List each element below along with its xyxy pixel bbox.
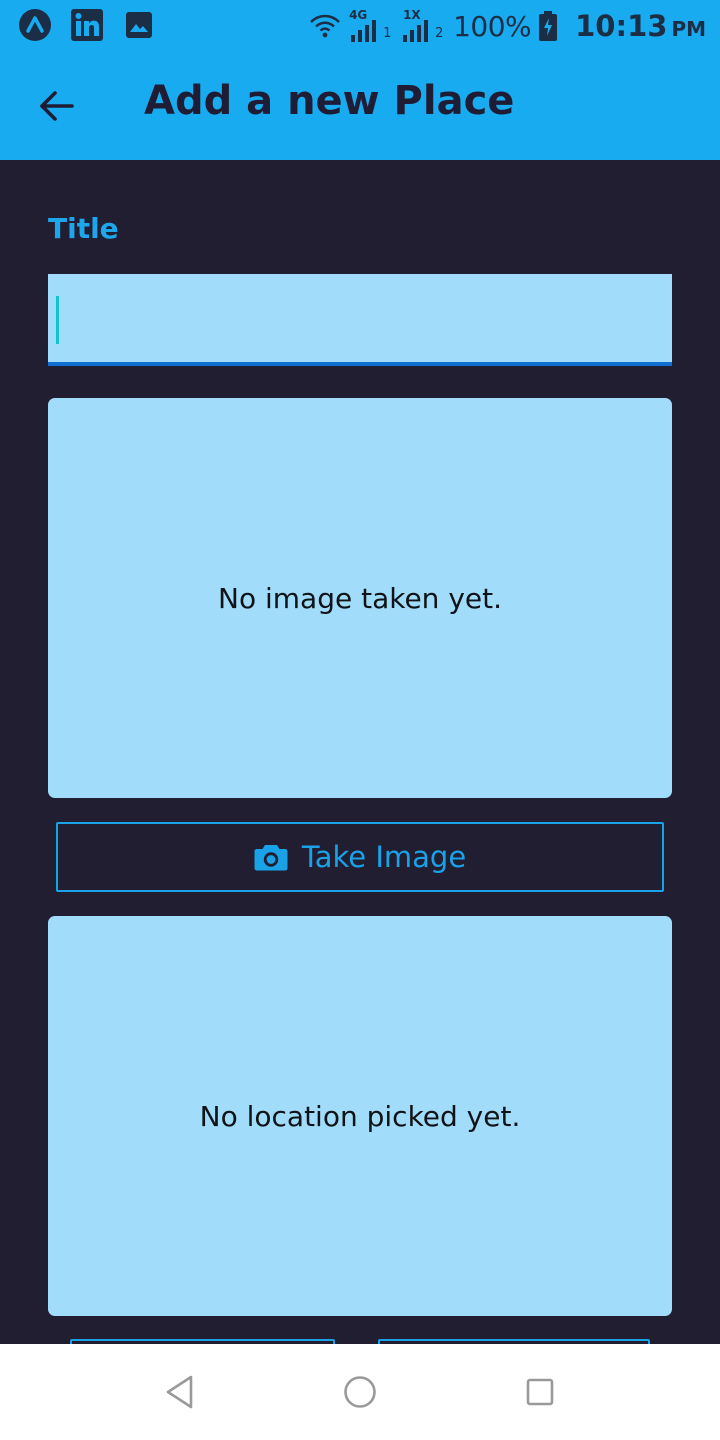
sim2-signal: 1X 2 (401, 8, 445, 44)
add-place-screen: 4G 1 1X 2 100% 10:13 PM Add a new Place … (0, 0, 720, 1440)
title-field-label: Title (48, 212, 119, 245)
battery-percent: 100% (453, 9, 532, 43)
take-image-label: Take Image (301, 840, 467, 874)
nav-home-button[interactable] (340, 1372, 380, 1412)
status-indicators: 4G 1 1X 2 100% 10:13 PM (309, 6, 706, 46)
battery-charging-icon (539, 11, 558, 41)
sim2-index: 2 (435, 26, 444, 41)
camera-icon (254, 845, 288, 871)
title-input[interactable] (48, 274, 672, 366)
linkedin-icon (70, 8, 104, 42)
signal-bars-icon (351, 20, 377, 42)
header: 4G 1 1X 2 100% 10:13 PM Add a new Place (0, 0, 720, 160)
location-preview: No location picked yet. (48, 916, 672, 1316)
image-preview: No image taken yet. (48, 398, 672, 798)
nav-recents-button[interactable] (520, 1372, 560, 1412)
page-title: Add a new Place (144, 78, 515, 124)
back-triangle-icon (166, 1375, 193, 1409)
clock: 10:13 PM (575, 9, 706, 43)
wifi-icon (310, 14, 340, 38)
clock-time: 10:13 (575, 9, 668, 43)
system-nav-bar (0, 1344, 720, 1440)
location-placeholder-text: No location picked yet. (199, 1099, 521, 1133)
take-image-button[interactable]: Take Image (56, 822, 664, 892)
home-circle-icon (344, 1376, 376, 1408)
app-bar: Add a new Place (0, 52, 720, 160)
clock-ampm: PM (671, 17, 706, 41)
text-cursor (56, 296, 59, 344)
back-button[interactable] (24, 78, 88, 134)
sim1-signal: 4G 1 (349, 8, 393, 44)
status-notification-icons (18, 8, 156, 42)
gallery-icon (122, 8, 156, 42)
nav-back-button[interactable] (160, 1372, 200, 1412)
sim1-index: 1 (383, 26, 392, 41)
status-bar: 4G 1 1X 2 100% 10:13 PM (0, 0, 720, 52)
recents-square-icon (526, 1378, 554, 1406)
signal-bars-icon (403, 20, 429, 42)
arrow-back-icon (40, 91, 74, 121)
image-placeholder-text: No image taken yet. (218, 581, 502, 615)
astrill-icon (18, 8, 52, 42)
